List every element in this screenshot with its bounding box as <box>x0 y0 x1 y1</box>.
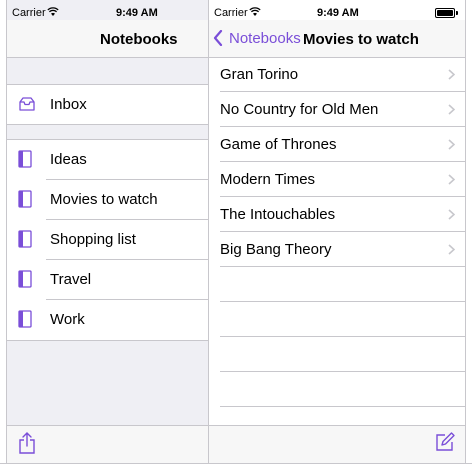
movie-title: No Country for Old Men <box>220 101 379 118</box>
page-title: Notebooks <box>100 31 178 48</box>
status-bar: Carrier 9:49 AM <box>7 0 208 20</box>
empty-row <box>209 267 465 302</box>
page-title: Movies to watch <box>303 31 419 48</box>
chevron-right-icon <box>448 174 455 185</box>
navigation-bar: Notebooks <box>7 20 208 58</box>
navigation-bar: Notebooks Movies to watch <box>209 20 465 58</box>
notebook-label: Work <box>50 311 85 328</box>
inbox-tray-icon <box>19 97 35 111</box>
empty-row <box>209 337 465 372</box>
notebook-icon <box>18 190 32 208</box>
inbox-label: Inbox <box>50 96 87 113</box>
status-carrier: Carrier <box>12 7 46 19</box>
movie-title: Gran Torino <box>220 66 299 83</box>
share-icon[interactable] <box>18 431 36 455</box>
notebook-list: Ideas Movies to watch Shopping list Trav… <box>7 139 208 341</box>
notebook-label: Movies to watch <box>50 191 158 208</box>
chevron-right-icon <box>448 104 455 115</box>
notebook-item-shopping-list[interactable]: Shopping list <box>7 220 208 260</box>
chevron-right-icon <box>448 69 455 80</box>
status-carrier: Carrier <box>214 7 248 19</box>
notebook-label: Shopping list <box>50 231 136 248</box>
list-item[interactable]: Big Bang Theory <box>209 232 465 267</box>
status-time: 9:49 AM <box>116 7 158 19</box>
notebook-icon <box>18 310 32 328</box>
list-item[interactable]: Game of Thrones <box>209 127 465 162</box>
battery-icon <box>435 8 458 18</box>
bottom-border <box>0 463 472 464</box>
chevron-left-icon <box>213 30 223 46</box>
list-item[interactable]: The Intouchables <box>209 197 465 232</box>
chevron-right-icon <box>448 244 455 255</box>
inbox-row[interactable]: Inbox <box>7 85 208 124</box>
status-time: 9:49 AM <box>317 7 359 19</box>
status-bar: Carrier 9:49 AM <box>209 0 465 20</box>
bottom-toolbar <box>209 425 465 463</box>
empty-row <box>209 372 465 407</box>
movie-title: Game of Thrones <box>220 136 337 153</box>
chevron-right-icon <box>448 139 455 150</box>
inbox-section: Inbox <box>7 84 208 125</box>
list-item[interactable]: Modern Times <box>209 162 465 197</box>
movie-title: Big Bang Theory <box>220 241 332 258</box>
list-item[interactable]: Gran Torino <box>209 57 465 92</box>
notebook-item-work[interactable]: Work <box>7 300 208 340</box>
notebook-label: Travel <box>50 271 92 288</box>
row-divider <box>220 406 465 407</box>
chevron-right-icon <box>448 209 455 220</box>
movie-title: The Intouchables <box>220 206 336 223</box>
bottom-toolbar <box>7 425 208 463</box>
notebook-item-travel[interactable]: Travel <box>7 260 208 300</box>
notebook-icon <box>18 150 32 168</box>
notebook-label: Ideas <box>50 151 87 168</box>
notebook-item-movies-to-watch[interactable]: Movies to watch <box>7 180 208 220</box>
back-button-label: Notebooks <box>229 30 301 47</box>
notebook-icon <box>18 230 32 248</box>
list-item[interactable]: No Country for Old Men <box>209 92 465 127</box>
empty-row <box>209 302 465 337</box>
notebook-icon <box>18 270 32 288</box>
notebook-item-ideas[interactable]: Ideas <box>7 140 208 180</box>
compose-icon[interactable] <box>435 432 455 452</box>
notebook-detail-screen: Carrier 9:49 AM Notebooks Movies to watc… <box>208 0 466 463</box>
movie-title: Modern Times <box>220 171 316 188</box>
wifi-icon <box>47 7 59 16</box>
wifi-icon <box>249 7 261 16</box>
notebooks-screen: Carrier 9:49 AM Notebooks Inbox Ideas Mo… <box>6 0 208 463</box>
